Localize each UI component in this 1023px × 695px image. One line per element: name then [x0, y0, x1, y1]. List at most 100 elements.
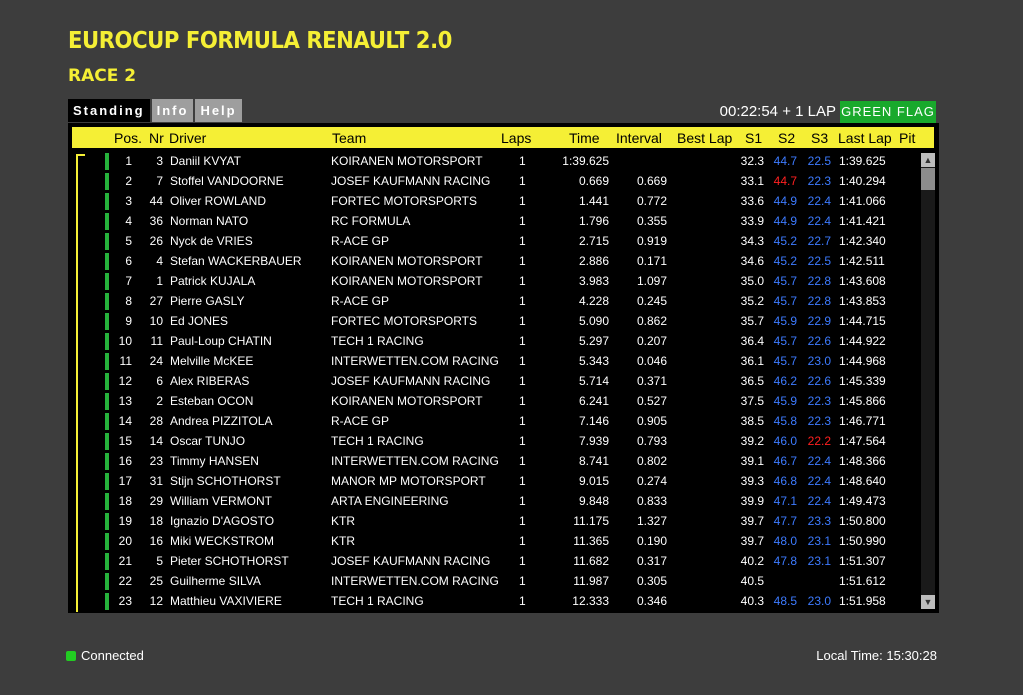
- table-row[interactable]: 10 11 Paul-Loup CHATIN TECH 1 RACING 1 5.297 0…: [68, 331, 918, 351]
- table-row[interactable]: 6 4 Stefan WACKERBAUER KOIRANEN MOTORSPORT 1…: [68, 251, 918, 271]
- table-row[interactable]: 8 27 Pierre GASLY R-ACE GP 1 4.228 0.245 35.2 45…: [68, 291, 918, 311]
- table-row[interactable]: 13 2 Esteban OCON KOIRANEN MOTORSPORT 1 6.241…: [68, 391, 918, 411]
- cell-interval: 0.190: [636, 534, 667, 548]
- cell-laps: 1: [519, 334, 526, 348]
- cell-interval: 0.245: [636, 294, 667, 308]
- scroll-up-arrow-icon[interactable]: ▲: [921, 153, 935, 167]
- cell-pos: 1: [125, 154, 132, 168]
- cell-team: KOIRANEN MOTORSPORT: [331, 254, 483, 268]
- table-row[interactable]: 4 36 Norman NATO RC FORMULA 1 1.796 0.355 33.9 4…: [68, 211, 918, 231]
- cell-s3: 23.0: [807, 594, 831, 608]
- cell-team: JOSEF KAUFMANN RACING: [331, 374, 491, 388]
- cell-s1: 39.9: [740, 494, 764, 508]
- cell-pos: 23: [118, 594, 132, 608]
- table-row[interactable]: 15 14 Oscar TUNJO TECH 1 RACING 1 7.939 0.793 3…: [68, 431, 918, 451]
- col-s3: S3: [811, 130, 829, 146]
- cell-last-lap: 1:45.866: [839, 394, 886, 408]
- cell-laps: 1: [519, 514, 526, 528]
- cell-interval: 0.171: [636, 254, 667, 268]
- cell-team: KTR: [331, 534, 355, 548]
- page-title: EUROCUP FORMULA RENAULT 2.0: [68, 28, 452, 54]
- tab-standing[interactable]: Standing: [68, 99, 150, 122]
- status-bar-indicator: [105, 593, 109, 610]
- status-bar-indicator: [105, 413, 109, 430]
- cell-s3: 22.4: [807, 494, 831, 508]
- status-bar-indicator: [105, 473, 109, 490]
- col-best-lap: Best Lap: [677, 130, 733, 146]
- status-bar-indicator: [105, 173, 109, 190]
- cell-s2: 46.7: [773, 454, 797, 468]
- cell-s1: 34.6: [740, 254, 764, 268]
- table-row[interactable]: 3 44 Oliver ROWLAND FORTEC MOTORSPORTS 1 1.44…: [68, 191, 918, 211]
- cell-interval: 0.802: [636, 454, 667, 468]
- table-row[interactable]: 18 29 William VERMONT ARTA ENGINEERING 1 9.84…: [68, 491, 918, 511]
- cell-nr: 14: [149, 434, 163, 448]
- cell-driver: Miki WECKSTROM: [170, 534, 274, 548]
- cell-s2: 45.2: [773, 254, 797, 268]
- scroll-down-arrow-icon[interactable]: ▼: [921, 595, 935, 609]
- col-last-lap: Last Lap: [838, 130, 892, 146]
- table-row[interactable]: 14 28 Andrea PIZZITOLA R-ACE GP 1 7.146 0.905 3…: [68, 411, 918, 431]
- cell-time: 7.939: [578, 434, 609, 448]
- table-row[interactable]: 11 24 Melville McKEE INTERWETTEN.COM RACING…: [68, 351, 918, 371]
- table-row[interactable]: 23 12 Matthieu VAXIVIERE TECH 1 RACING 1 12.3…: [68, 591, 918, 611]
- status-bar-indicator: [105, 373, 109, 390]
- cell-s1: 36.1: [740, 354, 764, 368]
- table-row[interactable]: 16 23 Timmy HANSEN INTERWETTEN.COM RACING 1 8…: [68, 451, 918, 471]
- cell-s2: 44.9: [773, 194, 797, 208]
- cell-s2: 46.2: [773, 374, 797, 388]
- cell-s1: 32.3: [740, 154, 764, 168]
- cell-interval: 0.919: [636, 234, 667, 248]
- cell-nr: 18: [149, 514, 163, 528]
- cell-driver: Ignazio D'AGOSTO: [170, 514, 275, 528]
- tab-help[interactable]: Help: [195, 99, 242, 122]
- cell-pos: 3: [125, 194, 132, 208]
- table-row[interactable]: 1 3 Daniil KVYAT KOIRANEN MOTORSPORT 1 1:39.6…: [68, 151, 918, 171]
- cell-team: INTERWETTEN.COM RACING: [331, 574, 499, 588]
- connection-led-icon: [66, 651, 76, 661]
- cell-interval: 0.669: [636, 174, 667, 188]
- table-row[interactable]: 20 16 Miki WECKSTROM KTR 1 11.365 0.190 39.7 48.…: [68, 531, 918, 551]
- cell-s1: 35.2: [740, 294, 764, 308]
- cell-interval: 1.327: [636, 514, 667, 528]
- tab-info[interactable]: Info: [151, 99, 194, 122]
- cell-nr: 1: [156, 274, 163, 288]
- cell-interval: 0.772: [636, 194, 667, 208]
- table-row[interactable]: 9 10 Ed JONES FORTEC MOTORSPORTS 1 5.090 0.862…: [68, 311, 918, 331]
- cell-s1: 36.5: [740, 374, 764, 388]
- status-bar-indicator: [105, 493, 109, 510]
- cell-last-lap: 1:47.564: [839, 434, 886, 448]
- status-bar-indicator: [105, 553, 109, 570]
- cell-s3: 22.5: [807, 254, 831, 268]
- scroll-thumb[interactable]: [921, 168, 935, 190]
- table-row[interactable]: 17 31 Stijn SCHOTHORST MANOR MP MOTORSPORT 1…: [68, 471, 918, 491]
- cell-nr: 11: [150, 334, 163, 348]
- cell-s3: 23.1: [807, 554, 831, 568]
- cell-nr: 10: [149, 314, 163, 328]
- table-row[interactable]: 21 5 Pieter SCHOTHORST JOSEF KAUFMANN RACIN…: [68, 551, 918, 571]
- table-row[interactable]: 2 7 Stoffel VANDOORNE JOSEF KAUFMANN RACING…: [68, 171, 918, 191]
- cell-last-lap: 1:41.066: [839, 194, 886, 208]
- cell-s2: 47.7: [773, 514, 797, 528]
- table-row[interactable]: 7 1 Patrick KUJALA KOIRANEN MOTORSPORT 1 3.98…: [68, 271, 918, 291]
- table-row[interactable]: 5 26 Nyck de VRIES R-ACE GP 1 2.715 0.919 34.3 4…: [68, 231, 918, 251]
- cell-driver: Ed JONES: [170, 314, 229, 328]
- cell-laps: 1: [519, 554, 526, 568]
- cell-team: MANOR MP MOTORSPORT: [331, 474, 486, 488]
- col-driver: Driver: [169, 130, 207, 146]
- cell-driver: Stefan WACKERBAUER: [170, 254, 302, 268]
- cell-nr: 26: [149, 234, 163, 248]
- cell-last-lap: 1:42.340: [839, 234, 886, 248]
- cell-s3: 22.6: [807, 374, 831, 388]
- cell-interval: 0.355: [636, 214, 667, 228]
- cell-laps: 1: [519, 534, 526, 548]
- table-row[interactable]: 12 6 Alex RIBERAS JOSEF KAUFMANN RACING 1 5.7…: [68, 371, 918, 391]
- table-row[interactable]: 22 25 Guilherme SILVA INTERWETTEN.COM RACIN…: [68, 571, 918, 591]
- cell-team: TECH 1 RACING: [331, 434, 424, 448]
- vertical-scrollbar[interactable]: ▲ ▼: [921, 153, 935, 609]
- cell-team: KOIRANEN MOTORSPORT: [331, 154, 483, 168]
- table-row[interactable]: 19 18 Ignazio D'AGOSTO KTR 1 11.175 1.327 39.7 4…: [68, 511, 918, 531]
- cell-last-lap: 1:43.853: [839, 294, 886, 308]
- cell-team: R-ACE GP: [331, 294, 390, 308]
- cell-laps: 1: [519, 454, 526, 468]
